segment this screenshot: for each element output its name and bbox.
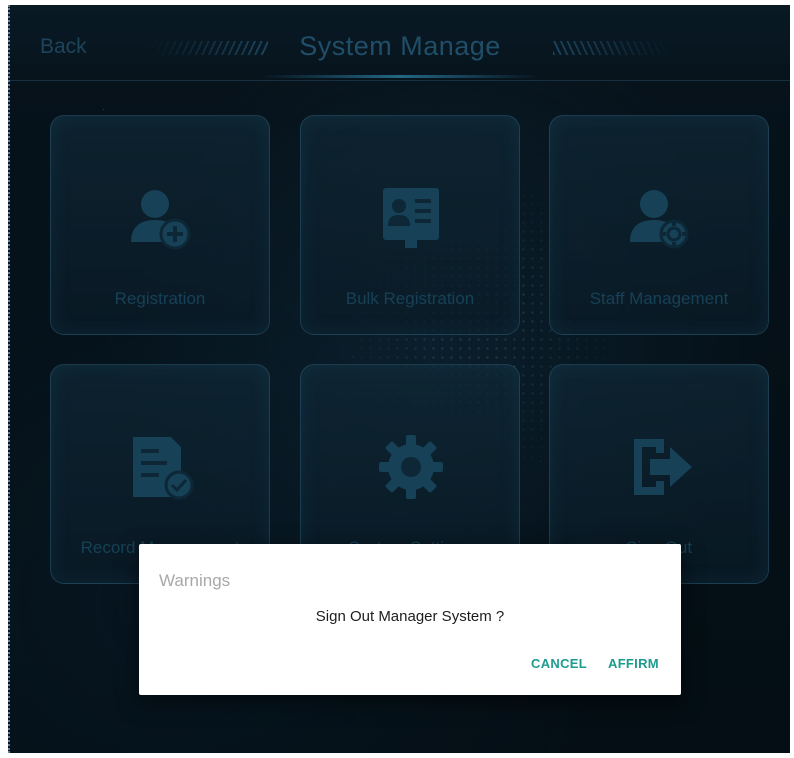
warning-dialog: Warnings Sign Out Manager System ? CANCE… bbox=[139, 544, 681, 695]
dialog-message: Sign Out Manager System ? bbox=[315, 608, 505, 625]
affirm-button[interactable]: AFFIRM bbox=[608, 656, 659, 671]
cancel-button[interactable]: CANCEL bbox=[531, 656, 587, 671]
system-manage-screen: Back System Manage Registration Bulk Reg… bbox=[8, 5, 790, 753]
dialog-title: Warnings bbox=[159, 571, 231, 590]
